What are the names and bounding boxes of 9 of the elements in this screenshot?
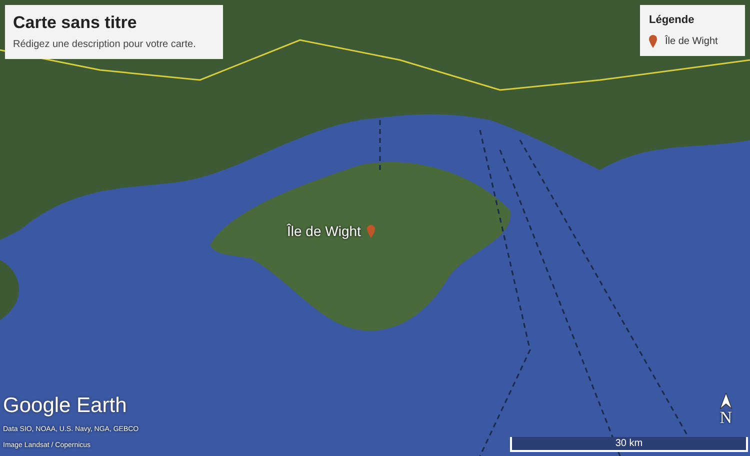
placemark-label: Île de Wight [287,222,361,241]
legend-item[interactable]: Île de Wight [665,34,718,48]
google-earth-logo: Google Earth [3,395,128,416]
north-label: N [720,409,732,426]
map-description: Rédigez une description pour votre carte. [13,38,197,52]
map-title: Carte sans titre [13,12,138,34]
north-arrow-icon [720,393,732,409]
legend-title: Légende [649,13,696,28]
scale-label: 30 km [615,437,643,451]
